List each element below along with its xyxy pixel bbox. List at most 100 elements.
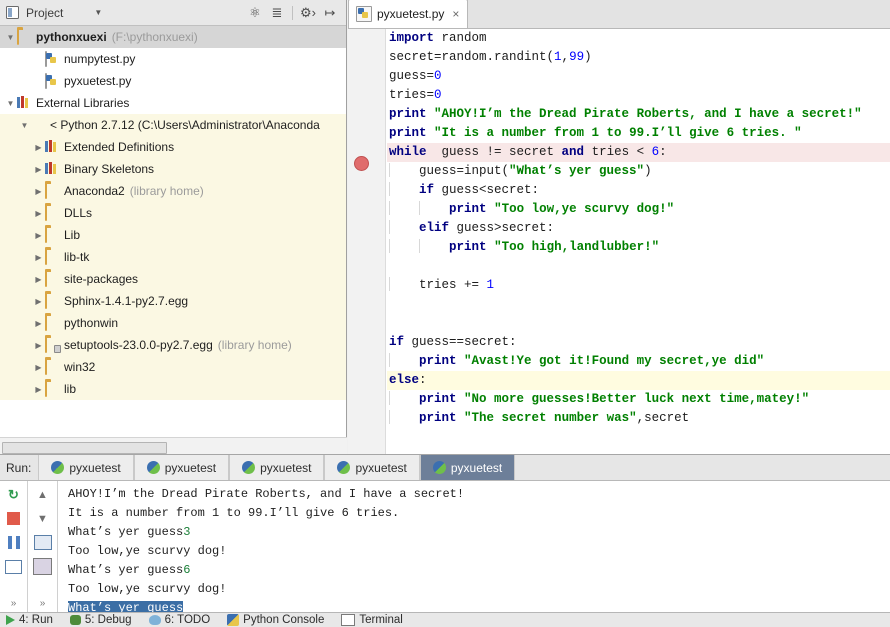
breakpoint-icon[interactable] — [354, 156, 369, 171]
collapse-expand-icon[interactable]: ⚛ — [245, 3, 265, 23]
scroll-to-end-icon[interactable] — [33, 557, 53, 576]
code-token: import — [389, 31, 435, 45]
project-tree[interactable]: ▼ pythonxuexi (F:\pythonxuexi) ▶ numpytest.p… — [0, 26, 346, 437]
tree-node-lib-tk[interactable]: ▶ lib-tk — [0, 246, 346, 268]
tree-expander-icon[interactable]: ▶ — [32, 385, 45, 394]
close-icon[interactable]: × — [452, 7, 459, 21]
code-line[interactable]: import random — [387, 29, 890, 48]
soft-wrap-icon[interactable] — [33, 533, 53, 552]
tree-node-label: DLLs — [64, 206, 93, 220]
scrollbar-thumb[interactable] — [2, 442, 167, 454]
chevron-down-icon[interactable]: ▼ — [94, 8, 102, 17]
project-title-group[interactable]: Project ▼ — [0, 5, 102, 20]
tree-node-dlls[interactable]: ▶ DLLs — [0, 202, 346, 224]
tree-expander-icon[interactable]: ▶ — [32, 275, 45, 284]
code-line[interactable]: print "Avast!Ye got it!Found my secret,y… — [387, 352, 890, 371]
tree-expander-icon[interactable]: ▶ — [32, 363, 45, 372]
code-line[interactable]: guess=0 — [387, 67, 890, 86]
status-bar-item-6-todo[interactable]: 6: TODO — [143, 614, 222, 626]
code-content[interactable]: import random secret=random.randint(1,99)… — [387, 29, 890, 454]
tree-node-external-libraries[interactable]: ▼ External Libraries — [0, 92, 346, 114]
status-bar-item-python-console[interactable]: Python Console — [221, 614, 335, 626]
tree-expander-icon[interactable]: ▼ — [4, 33, 17, 42]
tree-node-label: pyxuetest.py — [64, 74, 132, 88]
tree-node-win32[interactable]: ▶ win32 — [0, 356, 346, 378]
run-tab-5[interactable]: pyxuetest — [419, 455, 516, 480]
settings-gear-icon[interactable]: ⚙› — [298, 3, 318, 23]
code-line[interactable]: tries=0 — [387, 86, 890, 105]
tree-node-python-2-7-12-c-users-administrator-anaconda[interactable]: ▼ < Python 2.7.12 (C:\Users\Administrator… — [0, 114, 346, 136]
code-token: , — [561, 50, 570, 64]
hide-panel-icon[interactable]: ↦ — [320, 3, 340, 23]
tree-expander-icon[interactable]: ▶ — [32, 187, 45, 196]
tree-expander-icon[interactable]: ▶ — [32, 297, 45, 306]
code-line[interactable]: print "No more guesses!Better luck next … — [387, 390, 890, 409]
tree-expander-icon[interactable]: ▼ — [4, 99, 17, 108]
tree-expander-icon[interactable]: ▶ — [32, 231, 45, 240]
code-line[interactable]: else: — [387, 371, 890, 390]
flatten-packages-icon[interactable]: ≣ — [267, 3, 287, 23]
run-tab-label: pyxuetest — [355, 460, 407, 475]
tree-node-lib[interactable]: ▶ Lib — [0, 224, 346, 246]
expand-more-icon[interactable]: » — [11, 598, 17, 609]
code-line[interactable]: elif guess>secret: — [387, 219, 890, 238]
tree-expander-icon[interactable]: ▶ — [32, 55, 45, 64]
run-tab-1[interactable]: pyxuetest — [38, 455, 134, 480]
code-line[interactable]: print "Too high,landlubber!" — [387, 238, 890, 257]
tree-node-binary-skeletons[interactable]: ▶ Binary Skeletons — [0, 158, 346, 180]
tree-expander-icon[interactable]: ▶ — [32, 319, 45, 328]
code-line[interactable] — [387, 257, 890, 276]
tree-node-lib[interactable]: ▶ lib — [0, 378, 346, 400]
tree-expander-icon[interactable]: ▶ — [32, 165, 45, 174]
code-line[interactable]: print "Too low,ye scurvy dog!" — [387, 200, 890, 219]
tree-expander-icon[interactable]: ▼ — [18, 121, 31, 130]
status-bar-item-5-debug[interactable]: 5: Debug — [64, 614, 143, 626]
code-line[interactable] — [387, 314, 890, 333]
code-token: "The secret number was" — [464, 411, 637, 425]
run-tab-2[interactable]: pyxuetest — [133, 455, 230, 480]
code-line[interactable]: print "AHOY!I’m the Dread Pirate Roberts… — [387, 105, 890, 124]
tree-node-pythonxuexi[interactable]: ▼ pythonxuexi (F:\pythonxuexi) — [0, 26, 346, 48]
pause-icon[interactable] — [4, 533, 24, 552]
tree-node-setuptools-23-0-0-py2-7-egg[interactable]: ▶ setuptools-23.0.0-py2.7.egg (library hom… — [0, 334, 346, 356]
code-line[interactable]: guess=input("What’s yer guess") — [387, 162, 890, 181]
tree-node-pythonwin[interactable]: ▶ pythonwin — [0, 312, 346, 334]
code-line[interactable]: if guess<secret: — [387, 181, 890, 200]
stop-icon[interactable] — [4, 509, 24, 528]
code-line[interactable]: print "It is a number from 1 to 99.I’ll … — [387, 124, 890, 143]
console-output[interactable]: AHOY!I’m the Dread Pirate Roberts, and I… — [58, 481, 890, 612]
code-token: : — [419, 373, 427, 387]
tree-node-sphinx-1-4-1-py2-7-egg[interactable]: ▶ Sphinx-1.4.1-py2.7.egg — [0, 290, 346, 312]
python-run-icon — [51, 461, 65, 474]
scroll-down-icon[interactable] — [33, 509, 53, 528]
code-line[interactable] — [387, 295, 890, 314]
rerun-icon[interactable]: ↻ — [4, 485, 24, 504]
tree-expander-icon[interactable]: ▶ — [32, 209, 45, 218]
tree-expander-icon[interactable]: ▶ — [32, 143, 45, 152]
code-line[interactable]: if guess==secret: — [387, 333, 890, 352]
status-bar-item-4-run[interactable]: 4: Run — [0, 614, 64, 626]
run-tab-4[interactable]: pyxuetest — [324, 455, 420, 480]
tree-expander-icon[interactable]: ▶ — [32, 77, 45, 86]
code-line[interactable]: print "The secret number was",secret — [387, 409, 890, 428]
code-line[interactable]: tries += 1 — [387, 276, 890, 295]
tree-node-numpytest-py[interactable]: ▶ numpytest.py — [0, 48, 346, 70]
tree-node-site-packages[interactable]: ▶ site-packages — [0, 268, 346, 290]
tree-node-anaconda2[interactable]: ▶ Anaconda2 (library home) — [0, 180, 346, 202]
editor-gutter[interactable] — [348, 29, 386, 454]
run-tab-3[interactable]: pyxuetest — [229, 455, 325, 480]
tree-node-pyxuetest-py[interactable]: ▶ pyxuetest.py — [0, 70, 346, 92]
code-line[interactable]: secret=random.randint(1,99) — [387, 48, 890, 67]
scroll-up-icon[interactable] — [33, 485, 53, 504]
tree-expander-icon[interactable]: ▶ — [32, 253, 45, 262]
print-icon[interactable] — [4, 557, 24, 576]
tree-node-label: Extended Definitions — [64, 140, 175, 154]
console-line: Too low,ye scurvy dog! — [68, 580, 890, 599]
status-bar-item-terminal[interactable]: Terminal — [335, 614, 413, 626]
tree-node-extended-definitions[interactable]: ▶ Extended Definitions — [0, 136, 346, 158]
tree-expander-icon[interactable]: ▶ — [32, 341, 45, 350]
code-line[interactable]: while guess != secret and tries < 6: — [387, 143, 890, 162]
editor-tab-pyxuetest[interactable]: pyxuetest.py × — [348, 0, 469, 28]
expand-more-icon[interactable]: » — [40, 598, 46, 609]
